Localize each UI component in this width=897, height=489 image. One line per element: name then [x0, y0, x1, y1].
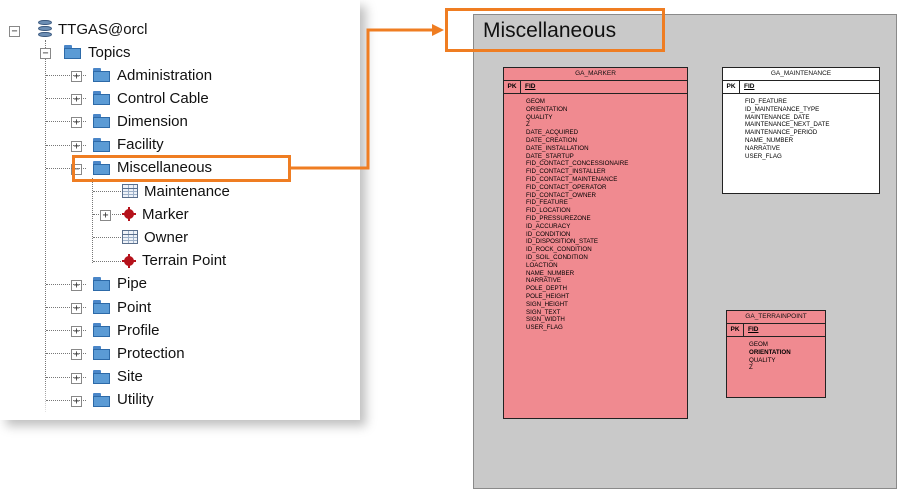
entity-attribute: USER_FLAG [526, 324, 563, 332]
pk-field: FID [525, 83, 536, 90]
entity-attribute: FID_FEATURE [745, 98, 787, 105]
entity-attribute: MAINTENANCE_DATE [745, 113, 810, 121]
attribute-list: GEOM ORIENTATION QUALITY Z [727, 337, 825, 374]
entity-attribute: Z [526, 121, 530, 129]
entity-ga-marker[interactable]: GA_MARKER PK FID GEOM ORIENTATION QUALITY Z… [503, 67, 688, 419]
entity-attribute: QUALITY [526, 113, 553, 121]
entity-attribute: ID_ROCK_CONDITION [526, 246, 592, 254]
entity-attribute: LOACTION [526, 261, 558, 269]
entity-attribute: ID_CONDITION [526, 230, 571, 238]
entity-attribute: ID_DISPOSITION_STATE [526, 238, 598, 246]
entity-attribute: POLE_HEIGHT [526, 292, 570, 300]
entity-attribute: ORIENTATION [749, 348, 791, 356]
primary-key-row: PK FID [727, 324, 825, 337]
pk-label: PK [504, 81, 521, 93]
entity-attribute: POLE_DEPTH [526, 285, 567, 293]
entity-attribute: Z [749, 364, 753, 372]
entity-attribute: QUALITY [749, 356, 776, 364]
pk-label: PK [723, 81, 740, 93]
entity-attribute: DATE_STARTUP [526, 152, 574, 160]
entity-attribute: NARRATIVE [526, 277, 561, 285]
entity-attribute: FID_CONTACT_CONCESSIONAIRE [526, 160, 629, 168]
entity-attribute: FID_PRESSUREZONE [526, 214, 591, 222]
entity-attribute: DATE_ACQUIRED [526, 129, 579, 137]
entity-attribute: GEOM [749, 341, 768, 348]
pk-field: FID [748, 326, 759, 333]
entity-attribute: FID_FEATURE [526, 199, 568, 207]
entity-attribute: FID_LOCATION [526, 207, 571, 215]
entity-attribute: USER_FLAG [745, 152, 782, 160]
entity-attribute: DATE_INSTALLATION [526, 144, 589, 152]
entity-name: GA_MAINTENANCE [723, 68, 879, 81]
pk-field: FID [744, 83, 755, 90]
entity-attribute: MAINTENANCE_NEXT_DATE [745, 121, 830, 129]
entity-attribute: SIGN_TEXT [526, 308, 561, 316]
attribute-list: GEOM ORIENTATION QUALITY Z DATE_ACQUIRED DATE… [504, 94, 687, 334]
entity-attribute: SIGN_HEIGHT [526, 300, 568, 308]
entity-ga-maintenance[interactable]: GA_MAINTENANCE PK FID FID_FEATURE ID_MAIN… [722, 67, 880, 194]
entity-attribute: FID_CONTACT_MAINTENANCE [526, 175, 618, 183]
entity-attribute: NAME_NUMBER [745, 136, 794, 144]
entity-name: GA_MARKER [504, 68, 687, 81]
entity-attribute: SIGN_WIDTH [526, 316, 565, 324]
entity-attribute: NAME_NUMBER [526, 269, 575, 277]
attribute-list: FID_FEATURE ID_MAINTENANCE_TYPE MAINTENANC… [723, 94, 879, 162]
entity-attribute: ID_SOIL_CONDITION [526, 253, 588, 261]
pk-label: PK [727, 324, 744, 336]
entity-ga-terrainpoint[interactable]: GA_TERRAINPOINT PK FID GEOM ORIENTATION QU… [726, 310, 826, 398]
entity-name: GA_TERRAINPOINT [727, 311, 825, 324]
entity-attribute: FID_CONTACT_OPERATOR [526, 183, 607, 191]
entity-attribute: ID_ACCURACY [526, 222, 571, 230]
primary-key-row: PK FID [723, 81, 879, 94]
entity-attribute: NARRATIVE [745, 144, 780, 152]
entity-attribute: MAINTENANCE_PERIOD [745, 129, 818, 137]
entity-attribute: DATE_CREATION [526, 136, 577, 144]
primary-key-row: PK FID [504, 81, 687, 94]
highlight-diagram-title [445, 8, 665, 52]
entity-attribute: ORIENTATION [526, 105, 568, 113]
entity-attribute: GEOM [526, 98, 545, 105]
entity-attribute: FID_CONTACT_INSTALLER [526, 168, 606, 176]
entity-attribute: ID_MAINTENANCE_TYPE [745, 105, 820, 113]
entity-attribute: FID_CONTACT_OWNER [526, 191, 597, 199]
